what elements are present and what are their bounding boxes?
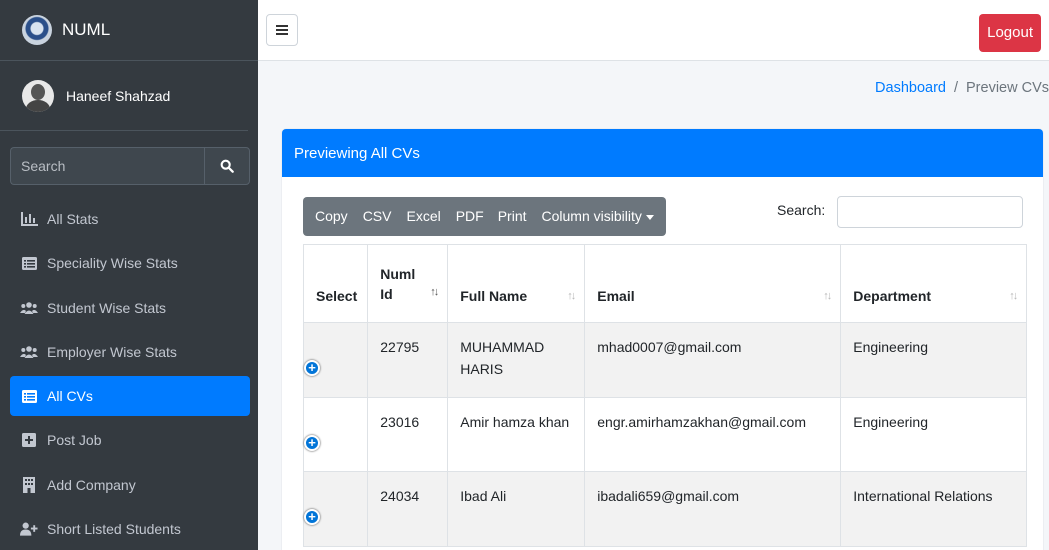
numl-id-cell: 24034: [367, 471, 449, 547]
users-icon: [20, 344, 38, 360]
sort-icon: ↑↓: [567, 290, 576, 302]
search-icon: [220, 159, 234, 173]
column-visibility-button[interactable]: Column visibility: [527, 197, 666, 236]
nav-item-all-stats[interactable]: All Stats: [10, 199, 250, 239]
nav-label: Student Wise Stats: [47, 299, 167, 316]
table-row[interactable]: + 23016 Amir hamza khan engr.amirhamzakh…: [302, 396, 1028, 472]
department-cell: Engineering: [840, 322, 1028, 398]
menu-toggle-button[interactable]: [266, 14, 298, 46]
department-cell: Engineering: [840, 396, 1028, 472]
breadcrumb: Dashboard / Preview CVs: [875, 80, 1049, 96]
user-plus-icon: [20, 521, 38, 537]
nav-item-post-job[interactable]: Post Job: [10, 420, 250, 460]
user-panel[interactable]: Haneef Shahzad: [0, 61, 248, 131]
numl-logo: [22, 15, 52, 45]
nav-item-employer-wise-stats[interactable]: Employer Wise Stats: [10, 332, 250, 372]
nav-item-speciality-wise-stats[interactable]: Speciality Wise Stats: [10, 243, 250, 283]
nav-item-all-cvs[interactable]: All CVs: [10, 376, 250, 417]
table-search-label: Search:: [777, 202, 826, 218]
column-header-label: Email: [597, 288, 635, 304]
column-header-numl-id[interactable]: Numl Id ↑↓: [367, 244, 449, 323]
full-name-cell: Amir hamza khan: [447, 396, 586, 472]
list-icon: [20, 388, 38, 404]
nav-item-short-listed-students[interactable]: Short Listed Students: [10, 509, 250, 549]
card-title: Previewing All CVs: [282, 129, 1043, 177]
nav-label: Short Listed Students: [47, 521, 181, 538]
column-header-label: Numl Id: [380, 266, 416, 302]
breadcrumb-current: Preview CVs: [966, 80, 1049, 96]
sidebar-nav: All Stats Speciality Wise Stats Student …: [10, 199, 250, 550]
column-header-label: Select: [316, 288, 358, 304]
email-cell: ibadali659@gmail.com: [584, 471, 842, 547]
list-icon: [20, 255, 38, 271]
cv-table: Select Numl Id ↑↓ Full Name ↑↓ Email ↑↓ Dep…: [302, 244, 1028, 547]
user-name: Haneef Shahzad: [66, 87, 171, 104]
caret-down-icon: [645, 214, 654, 220]
avatar: [22, 79, 54, 112]
users-icon: [20, 300, 38, 316]
nav-label: All CVs: [47, 388, 93, 405]
top-navbar: Logout: [258, 0, 1049, 61]
email-cell: mhad0007@gmail.com: [584, 322, 842, 398]
pdf-button[interactable]: PDF: [441, 197, 484, 236]
email-cell: engr.amirhamzakhan@gmail.com: [584, 396, 842, 472]
expand-row-icon[interactable]: +: [304, 509, 320, 525]
breadcrumb-dashboard-link[interactable]: Dashboard: [875, 80, 946, 96]
select-cell[interactable]: +: [302, 471, 369, 547]
brand-name: NUML: [62, 20, 111, 39]
plus-square-icon: [20, 432, 38, 448]
logout-button[interactable]: Logout: [979, 14, 1041, 52]
copy-button[interactable]: Copy: [303, 197, 348, 236]
table-search-input[interactable]: [837, 196, 1023, 228]
building-icon: [20, 476, 38, 493]
hamburger-icon: [276, 25, 288, 35]
breadcrumb-separator: /: [953, 80, 958, 96]
bar-chart-icon: [20, 211, 38, 227]
sort-icon: ↑↓: [1009, 290, 1018, 302]
column-header-full-name[interactable]: Full Name ↑↓: [447, 244, 586, 323]
sort-icon: ↑↓: [823, 290, 832, 302]
sidebar-search-button[interactable]: [204, 147, 250, 185]
cv-card: Previewing All CVs Copy CSV Excel PDF Pr…: [282, 129, 1043, 550]
column-header-department[interactable]: Department ↑↓: [840, 244, 1028, 323]
expand-row-icon[interactable]: +: [304, 434, 320, 451]
table-header-row: Select Numl Id ↑↓ Full Name ↑↓ Email ↑↓ Dep…: [302, 244, 1028, 323]
sidebar-search-input[interactable]: Search: [10, 147, 204, 185]
department-cell: International Relations: [840, 471, 1028, 547]
table-row[interactable]: + 24034 Ibad Ali ibadali659@gmail.com In…: [302, 471, 1028, 547]
full-name-cell: MUHAMMAD HARIS: [447, 322, 586, 398]
column-header-email[interactable]: Email ↑↓: [584, 244, 842, 323]
select-cell[interactable]: +: [302, 322, 369, 398]
csv-button[interactable]: CSV: [348, 197, 392, 236]
excel-button[interactable]: Excel: [391, 197, 440, 236]
nav-label: All Stats: [47, 211, 99, 227]
column-header-select[interactable]: Select: [302, 244, 369, 323]
nav-label: Add Company: [47, 476, 136, 493]
expand-row-icon[interactable]: +: [304, 360, 320, 376]
export-button-group: Copy CSV Excel PDF Print Column visibili…: [303, 197, 666, 236]
sidebar-search: Search: [10, 147, 250, 185]
sort-asc-icon: ↑↓: [430, 286, 439, 298]
print-button[interactable]: Print: [484, 197, 527, 236]
column-header-label: Department: [853, 288, 932, 304]
nav-label: Speciality Wise Stats: [47, 255, 178, 272]
nav-item-add-company[interactable]: Add Company: [10, 465, 250, 505]
select-cell[interactable]: +: [302, 396, 369, 472]
nav-label: Employer Wise Stats: [47, 343, 177, 360]
column-visibility-label: Column visibility: [541, 208, 642, 224]
sidebar: NUML Haneef Shahzad Search All Stats Spe…: [0, 0, 258, 550]
numl-id-cell: 23016: [367, 396, 449, 472]
column-header-label: Full Name: [460, 288, 528, 304]
full-name-cell: Ibad Ali: [447, 471, 586, 547]
numl-id-cell: 22795: [367, 322, 449, 398]
brand-link[interactable]: NUML: [0, 0, 258, 61]
table-row[interactable]: + 22795 MUHAMMAD HARIS mhad0007@gmail.co…: [302, 322, 1028, 398]
nav-label: Post Job: [47, 432, 102, 449]
nav-item-student-wise-stats[interactable]: Student Wise Stats: [10, 288, 250, 328]
